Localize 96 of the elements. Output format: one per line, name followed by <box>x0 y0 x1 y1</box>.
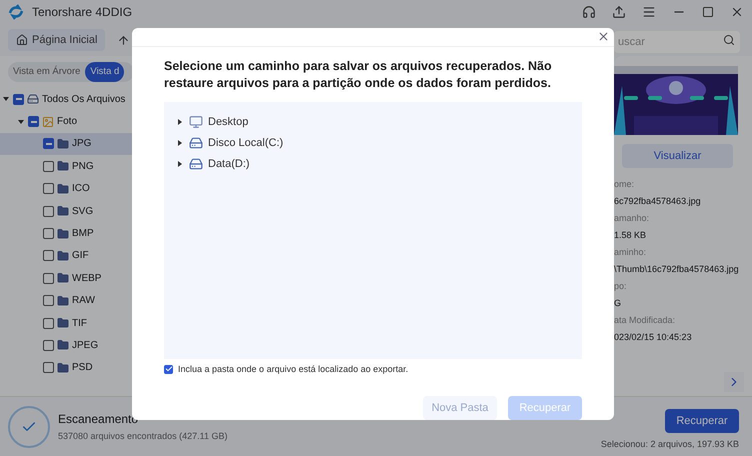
detail-label: aminho: <box>614 246 648 259</box>
tree-row[interactable]: JPEG <box>0 334 140 357</box>
tree-row[interactable]: ICO <box>0 178 140 200</box>
checkbox[interactable] <box>43 318 54 329</box>
support-icon[interactable] <box>582 5 596 19</box>
folder-icon <box>57 205 69 218</box>
detail-value: 1.58 KB <box>614 228 648 242</box>
close-icon[interactable] <box>730 5 744 19</box>
dialog-message: Selecione um caminho para salvar os arquivos recuperados. Não restaure arquivos para a partição onde os dados foram perdidos. <box>164 58 553 92</box>
folder-icon <box>57 339 69 352</box>
expand-caret-icon[interactable] <box>3 96 9 102</box>
checkbox[interactable] <box>43 250 54 262</box>
close-icon[interactable] <box>597 30 610 44</box>
up-arrow-icon[interactable] <box>117 34 130 46</box>
detail-label: amanho: <box>614 212 650 225</box>
detail-label: po: <box>614 280 628 293</box>
scan-status-subtitle: 537080 arquivos encontrados (427.11 GB) <box>58 430 228 443</box>
detail-value: \Thumb\16c792fba4578463.jpg <box>614 262 738 276</box>
folder-icon <box>57 317 69 330</box>
tree-label: ICO <box>72 182 90 196</box>
tree-row[interactable]: GIF <box>0 244 140 268</box>
tree-label: GIF <box>72 249 89 264</box>
tree-label: JPEG <box>72 338 98 353</box>
expand-caret-icon[interactable] <box>177 161 183 167</box>
tree-label: RAW <box>72 294 95 308</box>
folder-icon <box>57 294 69 307</box>
checkbox[interactable] <box>43 362 54 374</box>
checkbox[interactable] <box>43 295 54 306</box>
checkbox[interactable] <box>43 340 54 351</box>
tree-label: Todos Os Arquivos <box>42 92 126 107</box>
checkbox[interactable] <box>43 160 54 172</box>
window-title: Tenorshare 4DDIG <box>32 4 132 21</box>
checkbox[interactable] <box>13 94 24 105</box>
folder-icon <box>57 272 69 284</box>
tree-row[interactable]: TIF <box>0 312 140 334</box>
checkbox[interactable] <box>43 183 54 194</box>
tree-row[interactable]: PSD <box>0 356 140 380</box>
expand-caret-icon[interactable] <box>177 119 183 125</box>
folder-icon <box>57 160 69 172</box>
detail-label: ata Modificada: <box>614 314 676 327</box>
checkbox[interactable] <box>43 138 54 150</box>
tree-row[interactable]: Foto <box>0 110 140 133</box>
monitor-icon <box>189 115 203 129</box>
folder-icon <box>57 138 69 150</box>
preview-button[interactable]: Visualizar <box>622 144 733 168</box>
recover-button[interactable]: Recuperar <box>665 409 739 434</box>
tree-row[interactable]: RAW <box>0 290 140 312</box>
tree-label: PSD <box>72 361 93 376</box>
folder-icon <box>57 228 69 240</box>
tree-label: TIF <box>72 316 87 331</box>
detail-label: ome: <box>614 178 636 191</box>
view-tab[interactable]: Vista em Árvore <box>8 62 86 82</box>
drive-icon <box>189 157 203 171</box>
logo-icon <box>8 4 24 20</box>
scan-status-title: Escaneamento <box>58 410 140 428</box>
expand-caret-icon[interactable] <box>18 118 24 125</box>
tree-label: PNG <box>72 160 94 174</box>
checkbox[interactable] <box>43 228 54 240</box>
maximize-icon[interactable] <box>702 6 714 18</box>
tree-label: JPG <box>72 137 92 152</box>
drive-icon <box>27 93 39 106</box>
tree-label: WEBP <box>72 272 102 286</box>
checkbox[interactable] <box>43 206 54 217</box>
detail-value: 023/02/15 10:45:23 <box>614 330 693 344</box>
detail-value: 6c792fba4578463.jpg <box>614 194 702 208</box>
tree-row[interactable]: WEBP <box>0 267 140 290</box>
search-field[interactable]: uscar <box>614 31 740 53</box>
menu-icon[interactable] <box>642 5 656 19</box>
tree-label: BMP <box>72 227 94 242</box>
search-icon <box>723 34 735 46</box>
tree-label: SVG <box>72 204 94 219</box>
scan-complete-icon <box>8 406 50 448</box>
view-tab[interactable]: Vista d <box>85 62 124 82</box>
folder-icon <box>57 250 69 262</box>
detail-value: G <box>614 296 622 310</box>
share-icon[interactable] <box>612 5 626 19</box>
folder-icon <box>57 182 69 195</box>
checkbox[interactable] <box>28 116 39 128</box>
home-icon <box>16 34 28 46</box>
location-item[interactable]: Disco Local(C:) <box>176 132 582 154</box>
folder-icon <box>57 362 69 374</box>
selection-summary: Selecionou: 2 arquivos, 197.93 KB <box>600 438 739 452</box>
tree-row[interactable]: Todos Os Arquivos <box>0 88 140 110</box>
tree-row[interactable]: SVG <box>0 200 140 222</box>
location-item[interactable]: Data(D:) <box>176 154 582 174</box>
tree-label: Foto <box>57 115 78 130</box>
checkbox-label: Inclua a pasta onde o arquivo está localizado ao exportar. <box>178 362 408 376</box>
expand-caret-icon[interactable] <box>177 140 183 146</box>
location-item[interactable]: Desktop <box>176 112 582 132</box>
tree-row[interactable]: PNG <box>0 155 140 178</box>
checkbox[interactable] <box>43 272 54 284</box>
tree-row[interactable]: BMP <box>0 222 140 245</box>
home-button[interactable]: Página Inicial <box>8 29 106 51</box>
drive-icon <box>189 136 203 150</box>
photo-icon <box>42 116 54 128</box>
checkbox[interactable] <box>164 364 173 374</box>
